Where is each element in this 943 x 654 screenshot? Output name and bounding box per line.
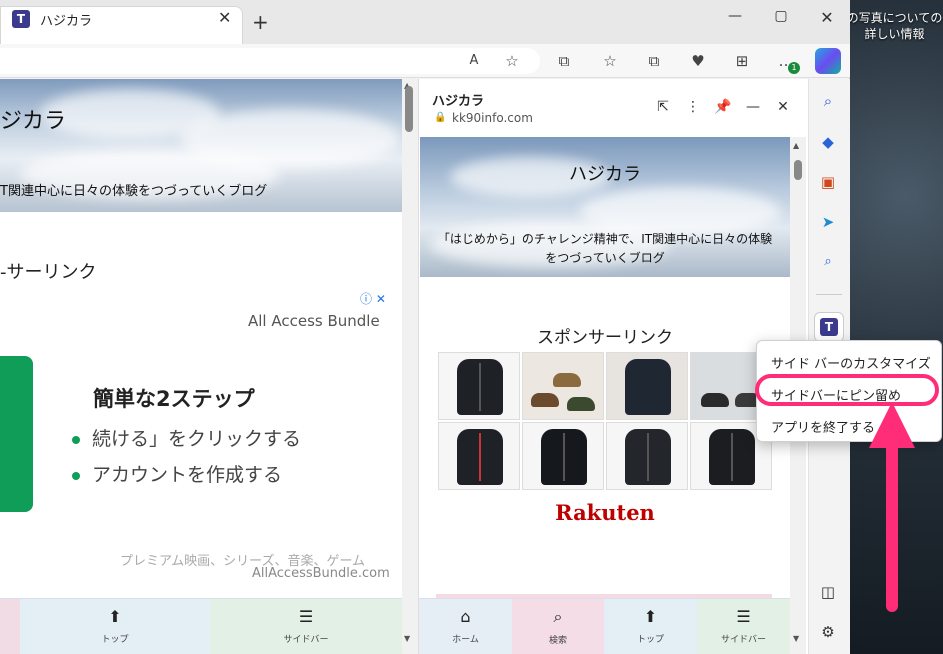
notification-badge: 1 (788, 62, 800, 74)
ad-bullet-text: アカウントを作成する (92, 464, 283, 486)
sidebar-app-hajikara-icon[interactable]: T (814, 312, 844, 342)
ad-title[interactable]: All Access Bundle (248, 312, 380, 330)
split-screen-icon[interactable]: ⧉ (552, 50, 576, 72)
page-hero-title: ジカラ (0, 109, 67, 134)
nav-label: トップ (101, 635, 129, 645)
product-tile[interactable] (522, 422, 604, 490)
extensions-icon[interactable]: ⊞ (730, 50, 754, 72)
nav-home-button[interactable] (0, 599, 20, 654)
menu-icon: ☰ (298, 607, 314, 626)
nav-search-button[interactable]: ⌕ 検索 (512, 599, 604, 654)
window-close-button[interactable]: ✕ (812, 8, 842, 28)
tab-title: ハジカラ (40, 14, 93, 29)
lock-icon: 🔒 (434, 112, 447, 123)
product-ad-grid (438, 352, 774, 492)
sidebar-games-icon[interactable]: ➤ (816, 210, 840, 234)
sidebar-search-icon[interactable]: ⌕ (816, 89, 840, 113)
ad-bullet: アカウントを作成する (72, 460, 282, 487)
menu-item-close-app[interactable]: アプリを終了する (771, 417, 875, 436)
pin-icon[interactable]: 📌 (714, 98, 732, 116)
nav-label: ホーム (452, 635, 479, 645)
product-tile[interactable] (606, 352, 688, 420)
side-panel-hero-subtitle: をつづっていくブログ (545, 251, 665, 265)
sidebar-tools-icon[interactable]: ▣ (816, 170, 840, 194)
nav-label: サイドバー (720, 635, 766, 645)
scroll-down-arrow-icon[interactable]: ▼ (793, 634, 799, 643)
rakuten-logo[interactable]: Rakuten (420, 500, 790, 525)
product-tile[interactable] (438, 422, 520, 490)
scroll-down-arrow-icon[interactable]: ▼ (404, 634, 410, 643)
side-panel-more-icon[interactable]: ⋮ (684, 98, 702, 116)
nav-sidebar-button[interactable]: ☰ サイドバー (697, 599, 790, 654)
nav-top-button[interactable]: ⬆ トップ (20, 599, 210, 654)
product-tile[interactable] (606, 422, 688, 490)
ad-domain[interactable]: AllAccessBundle.com (252, 566, 390, 581)
sidebar-divider (816, 294, 842, 295)
new-tab-button[interactable]: + (252, 12, 269, 32)
ad-info-icon[interactable]: ⓘ ✕ (360, 290, 386, 307)
nav-home-button[interactable]: ⌂ ホーム (419, 599, 512, 654)
product-tile[interactable] (438, 352, 520, 420)
scroll-up-arrow-icon[interactable]: ▲ (793, 141, 799, 150)
arrow-up-icon: ⬆ (108, 607, 122, 626)
page-scroll-thumb[interactable] (405, 86, 413, 132)
side-panel-url: kk90info.com (452, 111, 533, 125)
search-icon: ⌕ (553, 607, 563, 626)
window-maximize-button[interactable]: ▢ (766, 8, 796, 28)
menu-icon: ☰ (736, 607, 751, 626)
sidebar-bing-search-icon[interactable]: ⌕ (816, 250, 840, 274)
product-tile[interactable] (522, 352, 604, 420)
side-panel-scroll-thumb[interactable] (794, 160, 802, 180)
read-aloud-icon[interactable]: A (462, 50, 486, 72)
sidebar-hide-icon[interactable]: ◫ (816, 580, 840, 604)
tab-favicon-icon: T (12, 10, 30, 28)
open-in-new-tab-icon[interactable]: ⇱ (654, 98, 672, 116)
sidebar-shopping-icon[interactable]: ◆ (816, 130, 840, 154)
copilot-icon[interactable] (815, 48, 841, 74)
sidebar-settings-icon[interactable]: ⚙ (816, 620, 840, 644)
nav-label: トップ (636, 635, 664, 645)
collections-icon[interactable]: ⧉ (642, 50, 666, 72)
menu-item-customize-sidebar[interactable]: サイド バーのカスタマイズ (771, 353, 931, 372)
arrow-up-icon: ⬆ (643, 607, 658, 626)
hajikara-app-icon: T (820, 318, 838, 336)
nav-label: サイドバー (283, 635, 329, 645)
side-panel-close-icon[interactable]: ✕ (774, 98, 792, 116)
nav-top-button[interactable]: ⬆ トップ (604, 599, 697, 654)
active-tab[interactable] (0, 6, 243, 44)
address-bar[interactable] (0, 48, 540, 74)
sponsor-link-heading: -サーリンク (0, 262, 97, 283)
home-icon: ⌂ (460, 607, 471, 626)
tab-close-icon[interactable]: ✕ (218, 8, 231, 27)
side-panel-hero-subtitle: 「はじめから」のチャレンジ精神で、IT関連中心に日々の体験 (437, 232, 773, 246)
ad-heading: 簡単な2ステップ (93, 387, 255, 411)
desktop-caption[interactable]: の写真についての詳しい情報 (846, 10, 943, 42)
ad-bullet: 続ける」をクリックする (72, 424, 301, 451)
side-panel-title: ハジカラ (432, 94, 485, 109)
side-panel-minimize-icon[interactable]: — (744, 98, 762, 116)
page-scrollbar[interactable] (402, 79, 418, 654)
window-minimize-button[interactable]: — (720, 8, 750, 28)
page-bottom-nav: ⬆ トップ ☰ サイドバー (0, 598, 402, 654)
nav-sidebar-button[interactable]: ☰ サイドバー (210, 599, 402, 654)
page-hero-subtitle: T関連中心に日々の体験をつづっていくブログ (0, 184, 268, 199)
add-favorite-icon[interactable]: ☆ (500, 50, 524, 72)
ad-bullet-text: 続ける」をクリックする (92, 428, 302, 450)
favorites-icon[interactable]: ☆ (598, 50, 622, 72)
ad-continue-button[interactable] (0, 356, 33, 512)
side-panel-sponsor-heading: スポンサーリンク (537, 328, 673, 348)
nav-label: 検索 (548, 636, 567, 646)
arrow-annotation-shaft (886, 440, 898, 612)
side-panel-hero-title: ハジカラ (569, 164, 641, 185)
side-panel-bottom-nav: ⌂ ホーム ⌕ 検索 ⬆ トップ ☰ サイドバー (419, 598, 790, 654)
browser-essentials-icon[interactable]: ♥ (686, 50, 710, 72)
